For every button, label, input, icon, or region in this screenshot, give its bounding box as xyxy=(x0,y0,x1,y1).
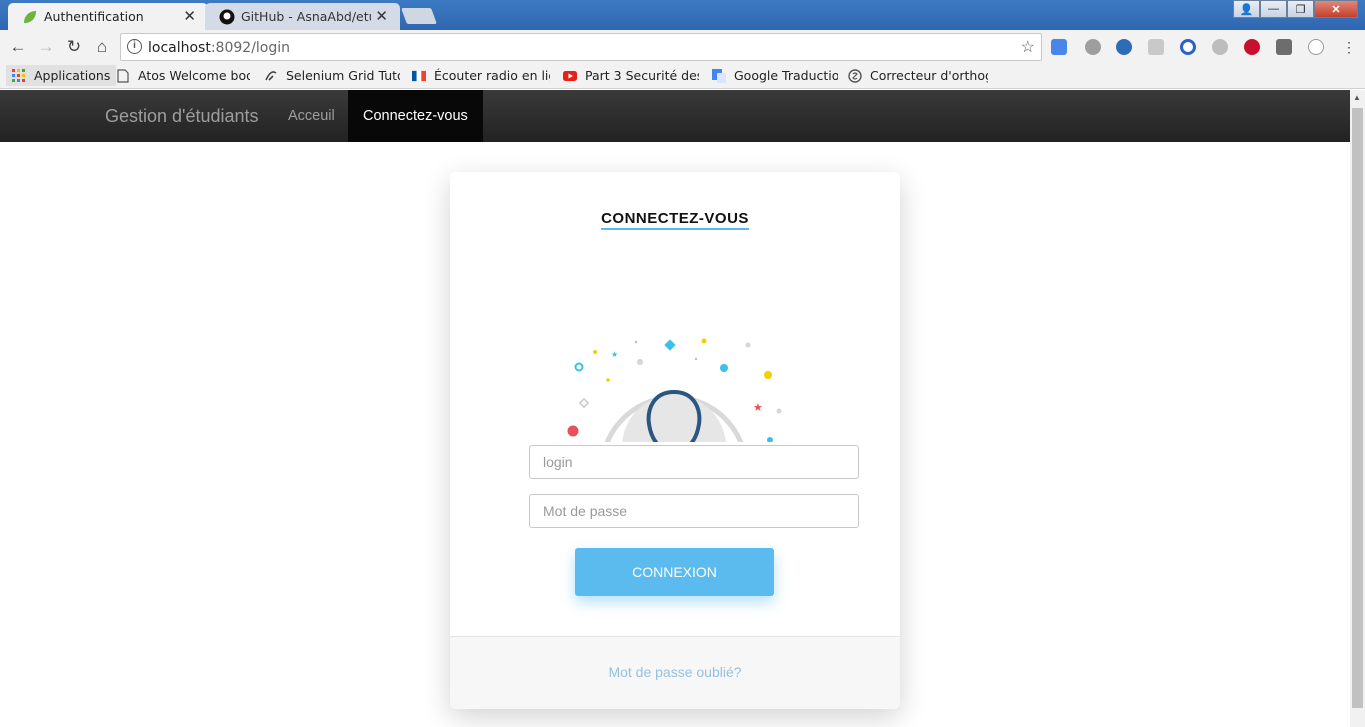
privacy-shield-ext-icon[interactable] xyxy=(1212,39,1228,55)
nav-acceuil[interactable]: Acceuil xyxy=(273,90,350,142)
bookmark-google-traduction[interactable]: Google Traduction xyxy=(712,68,838,83)
maximize-button[interactable]: ❐ xyxy=(1287,0,1314,18)
bookmark-youtube[interactable]: Part 3 Securité des ap xyxy=(563,68,699,83)
extension-outline-icon[interactable] xyxy=(1308,39,1324,55)
nav-connectez-vous[interactable]: Connectez-vous xyxy=(348,90,483,142)
bookmarks-bar: Applications Atos Welcome book Selenium … xyxy=(0,63,1365,89)
youtube-icon xyxy=(563,70,577,81)
close-window-button[interactable]: ✕ xyxy=(1314,0,1358,18)
forgot-password-link[interactable]: Mot de passe oublié? xyxy=(450,664,900,680)
scribens-icon xyxy=(848,68,862,83)
bookmark-star-icon[interactable]: ☆ xyxy=(1021,37,1035,57)
bookmark-applications[interactable]: Applications xyxy=(6,65,117,86)
shield-ext-icon[interactable] xyxy=(1116,39,1132,55)
login-title: CONNECTEZ-VOUS xyxy=(450,210,900,230)
bookmark-correcteur[interactable]: Correcteur d'orthogra xyxy=(848,68,988,83)
tab-title: Authentification xyxy=(44,9,144,24)
tab-authentification[interactable]: Authentification ✕ xyxy=(8,3,208,30)
scrollbar-thumb[interactable] xyxy=(1352,108,1363,708)
window-controls: 👤 — ❐ ✕ xyxy=(1233,0,1358,20)
browser-titlebar: Authentification ✕ GitHub - AsnaAbd/etud… xyxy=(0,0,1365,30)
page-icon xyxy=(117,68,129,83)
minimize-button[interactable]: — xyxy=(1260,0,1287,18)
scribens-ext-icon[interactable] xyxy=(1180,39,1196,55)
browser-toolbar: ← → ↻ ⌂ i localhost:8092/login ☆ ⋮ xyxy=(0,30,1365,63)
user-profile-icon[interactable]: 👤 xyxy=(1233,0,1260,18)
spring-leaf-icon xyxy=(24,11,36,23)
login-card-footer: Mot de passe oublié? xyxy=(450,636,900,709)
home-icon[interactable]: ⌂ xyxy=(91,36,113,58)
svg-text:★: ★ xyxy=(753,401,763,414)
bookmark-atos[interactable]: Atos Welcome book xyxy=(116,68,250,83)
angular-ext-icon[interactable] xyxy=(1276,39,1292,55)
apps-grid-icon xyxy=(12,68,25,82)
github-icon xyxy=(219,9,235,25)
google-translate-icon xyxy=(712,68,726,83)
connexion-button[interactable]: CONNEXION xyxy=(575,548,774,596)
url-text: localhost:8092/login xyxy=(148,40,291,56)
svg-text:★: ★ xyxy=(611,350,618,359)
page-scrollbar[interactable]: ▲ xyxy=(1350,90,1365,727)
site-info-icon[interactable]: i xyxy=(127,39,142,54)
tab-close-icon[interactable]: ✕ xyxy=(183,7,196,25)
reload-icon[interactable]: ↻ xyxy=(63,36,85,58)
google-translate-ext-icon[interactable] xyxy=(1051,39,1067,55)
password-input[interactable] xyxy=(529,494,859,528)
tab-title: GitHub - AsnaAbd/etudi xyxy=(241,9,371,24)
tab-close-icon[interactable]: ✕ xyxy=(375,7,388,25)
app-navbar: Gestion d'étudiants Acceuil Connectez-vo… xyxy=(0,90,1350,142)
french-flag-icon xyxy=(412,70,426,81)
address-bar[interactable]: i localhost:8092/login ☆ xyxy=(120,33,1042,61)
navbar-brand[interactable]: Gestion d'étudiants xyxy=(105,106,259,127)
bookmark-selenium[interactable]: Selenium Grid Tutoria xyxy=(264,68,400,83)
inbox-ext-icon[interactable] xyxy=(1148,39,1164,55)
back-arrow-icon[interactable]: ← xyxy=(7,36,29,58)
adblock-plus-icon[interactable] xyxy=(1244,39,1260,55)
scroll-up-icon[interactable]: ▲ xyxy=(1353,93,1361,102)
menu-kebab-icon[interactable]: ⋮ xyxy=(1338,36,1360,58)
tab-github[interactable]: GitHub - AsnaAbd/etudi ✕ xyxy=(205,3,400,30)
user-avatar-illustration: ★ ★ xyxy=(567,338,782,442)
extension-circle-icon[interactable] xyxy=(1085,39,1101,55)
forward-arrow-icon[interactable]: → xyxy=(35,36,57,58)
login-input[interactable] xyxy=(529,445,859,479)
new-tab-button[interactable] xyxy=(401,8,437,24)
bookmark-radio[interactable]: Écouter radio en ligne xyxy=(412,68,550,83)
login-card: CONNECTEZ-VOUS ★ ★ login CONNEXION Mot d… xyxy=(450,172,900,709)
selenium-icon xyxy=(265,70,277,81)
